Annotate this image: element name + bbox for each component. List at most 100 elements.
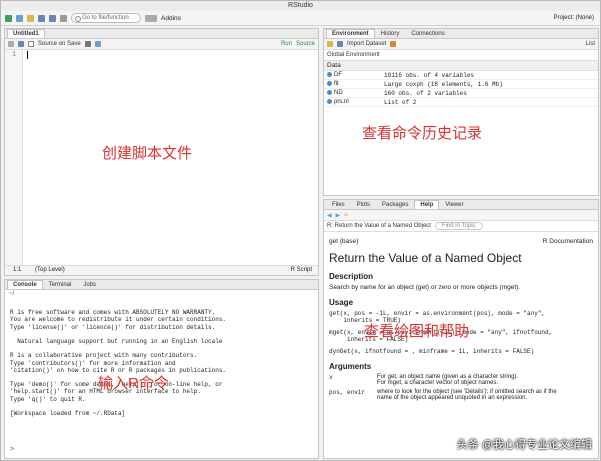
editor-annotation: 创建脚本文件 <box>102 145 193 162</box>
grid-layout-icon[interactable] <box>145 14 157 22</box>
new-file-icon[interactable] <box>5 14 12 22</box>
help-heading-description: Description <box>329 272 374 281</box>
save-icon[interactable] <box>38 14 45 22</box>
tab-connections[interactable]: Connections <box>405 29 450 38</box>
console-line: R is free software and comes with ABSOLU… <box>10 309 216 317</box>
env-scope-bar: Global Environment <box>324 50 598 61</box>
console-annotation: 输入R命令 <box>98 375 169 392</box>
console-pane: Console Terminal Jobs ~/ R is free softw… <box>4 279 319 459</box>
help-heading-arguments: Arguments <box>329 362 372 371</box>
cursor-position: 1:1 <box>13 267 22 273</box>
env-annotation: 查看命令历史记录 <box>362 125 483 142</box>
project-menu[interactable]: Project: (None) <box>554 15 594 21</box>
back-icon[interactable] <box>8 41 14 47</box>
print-icon[interactable] <box>60 14 67 22</box>
find-in-topic-input[interactable]: Find in Topic <box>434 222 483 230</box>
text-cursor[interactable] <box>27 51 28 59</box>
help-header-row: get {base} R Documentation <box>329 238 593 245</box>
console-line: Type 'q()' to quit R. <box>10 395 86 403</box>
list-view-toggle[interactable]: List <box>586 41 595 47</box>
addins-menu[interactable]: Addins <box>161 15 181 22</box>
help-pane: Files Plots Packages Help Viewer ◀ ▶ ⌂ R… <box>323 199 599 459</box>
expand-icon[interactable] <box>327 80 332 86</box>
help-arg-row: x For get, an object name (given as a ch… <box>329 374 519 386</box>
tab-history[interactable]: History <box>375 29 406 38</box>
environment-pane: Environment History Connections Import D… <box>323 28 599 196</box>
help-doc-label: R Documentation <box>542 238 593 245</box>
run-button[interactable]: Run <box>281 41 292 47</box>
console-line: Type 'license()' or 'licence()' for dist… <box>10 323 216 331</box>
editor-pane: Untitled1 Source on Save Run Source 1 创建… <box>4 28 319 276</box>
env-row[interactable]: ND 160 obs. of 2 variables <box>324 89 598 98</box>
help-package: get {base} <box>329 238 359 245</box>
tab-untitled1[interactable]: Untitled1 <box>7 29 45 38</box>
window-title: RStudio <box>1 1 600 11</box>
env-row[interactable]: fit Large coxph (18 elements, 1.6 Mb) <box>324 80 598 89</box>
expand-icon[interactable] <box>327 89 332 95</box>
tab-jobs[interactable]: Jobs <box>77 280 102 289</box>
source-on-save-checkbox[interactable] <box>28 41 34 47</box>
expand-icon[interactable] <box>327 71 332 77</box>
help-nav-toolbar: ◀ ▶ ⌂ <box>324 210 598 221</box>
help-usage-dynget: dynGet(x, ifnotfound = , minframe = 1L, … <box>329 348 535 355</box>
tab-help[interactable]: Help <box>414 200 440 209</box>
tab-plots[interactable]: Plots <box>351 200 376 209</box>
console-line: R is a collaborative project with many c… <box>10 352 198 360</box>
home-icon[interactable]: ⌂ <box>344 212 348 218</box>
save-all-icon[interactable] <box>49 14 56 22</box>
forward-arrow-icon[interactable]: ▶ <box>336 212 341 219</box>
file-type[interactable]: R Script <box>291 266 312 275</box>
open-file-icon[interactable] <box>27 14 34 22</box>
editor-toolbar: Source on Save Run Source <box>5 39 318 50</box>
console-line: Natural language support but running in … <box>10 338 223 346</box>
load-icon[interactable] <box>327 41 333 47</box>
console-line: Type 'contributors()' for more informati… <box>10 359 176 367</box>
save-icon[interactable] <box>337 41 343 47</box>
console-path: ~/ <box>9 291 15 297</box>
console-output: R is free software and comes with ABSOLU… <box>10 302 313 424</box>
tab-terminal[interactable]: Terminal <box>43 280 78 289</box>
editor-statusbar: 1:1 (Top Level) R Script <box>5 265 318 275</box>
tab-viewer[interactable]: Viewer <box>439 200 469 209</box>
env-row[interactable]: prs.nl List of 2 <box>324 98 598 107</box>
rstudio-window: RStudio Go to file/function Addins Proje… <box>0 0 601 461</box>
console-line: You are welcome to redistribute it under… <box>10 316 227 324</box>
tab-environment[interactable]: Environment <box>326 29 375 38</box>
goto-file-input[interactable]: Go to file/function <box>71 13 141 23</box>
tab-packages[interactable]: Packages <box>376 200 414 209</box>
new-project-icon[interactable] <box>16 14 23 22</box>
tab-console[interactable]: Console <box>7 280 43 289</box>
main-toolbar: Go to file/function Addins Project: (Non… <box>1 11 600 26</box>
env-row[interactable]: DF 10116 obs. of 4 variables <box>324 71 598 80</box>
help-annotation: 查看绘图和帮助 <box>364 323 470 340</box>
line-number: 1 <box>12 51 17 59</box>
save-icon[interactable] <box>18 41 24 47</box>
env-section-data: Data <box>324 61 598 71</box>
console-prompt[interactable]: > <box>10 446 14 454</box>
search-icon[interactable] <box>84 41 91 47</box>
help-title: Return the Value of a Named Object <box>329 251 522 265</box>
tab-files[interactable]: Files <box>326 200 351 209</box>
scope-indicator[interactable]: (Top Level) <box>35 267 65 273</box>
import-dataset-button[interactable]: Import Dataset <box>347 41 386 47</box>
expand-icon[interactable] <box>327 98 332 104</box>
help-heading-usage: Usage <box>329 298 354 307</box>
broom-icon[interactable] <box>390 41 397 47</box>
console-line: [Workspace loaded from ~/.RData] <box>10 410 126 418</box>
source-button[interactable]: Source <box>296 41 315 47</box>
wand-icon[interactable] <box>94 41 101 47</box>
help-arg-row: pos, envir where to look for the object … <box>329 389 557 401</box>
source-on-save-label: Source on Save <box>38 41 81 47</box>
watermark: 头条 @我心得专业论文编辑 <box>456 439 592 451</box>
help-topic-bar: R: Return the Value of a Named Object Fi… <box>324 221 598 232</box>
back-arrow-icon[interactable]: ◀ <box>327 212 332 219</box>
help-topic-dropdown[interactable]: R: Return the Value of a Named Object <box>327 223 431 229</box>
env-toolbar: Import Dataset List <box>324 39 598 50</box>
help-description: Search by name for an object (get) or ze… <box>329 284 521 291</box>
global-env-dropdown[interactable]: Global Environment <box>327 52 380 58</box>
